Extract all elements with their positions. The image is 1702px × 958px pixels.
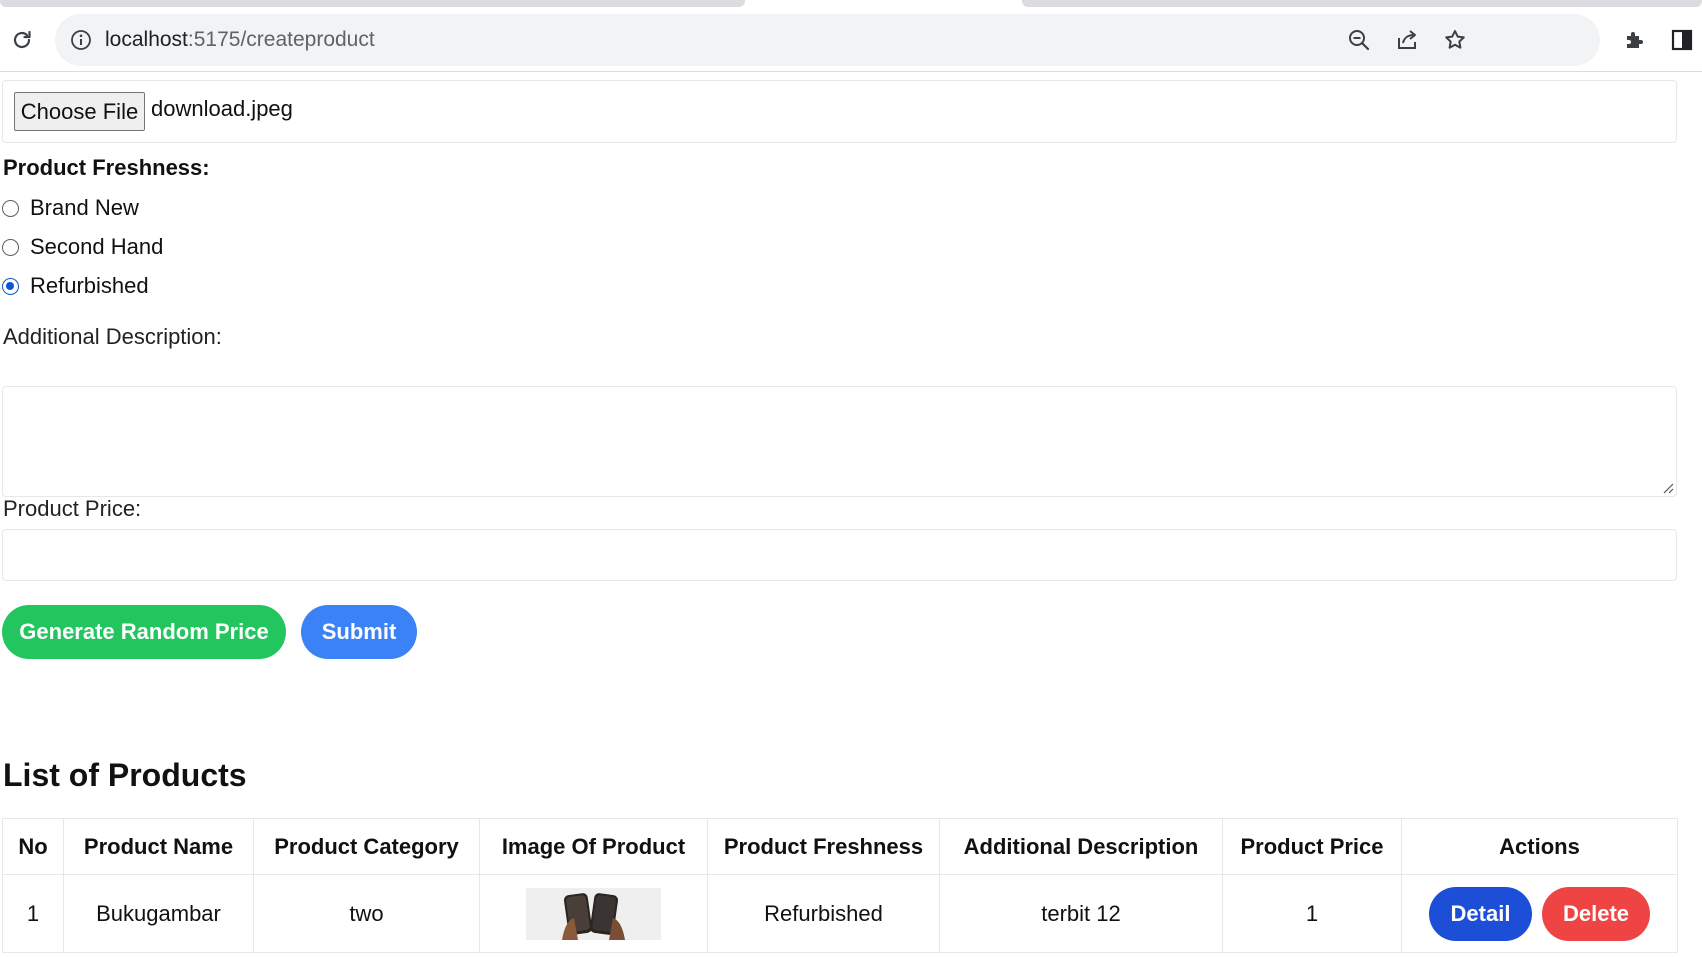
inactive-tab[interactable] bbox=[0, 0, 745, 7]
column-header: Image Of Product bbox=[479, 818, 708, 875]
price-input[interactable] bbox=[2, 529, 1677, 581]
radio-label: Refurbished bbox=[30, 273, 149, 298]
info-icon[interactable] bbox=[69, 28, 93, 52]
radio-label: Brand New bbox=[30, 195, 139, 220]
radio-button-checked[interactable] bbox=[2, 277, 19, 295]
products-list-title: List of Products bbox=[3, 757, 247, 793]
price-label: Product Price: bbox=[3, 496, 142, 521]
cell-price: 1 bbox=[1222, 874, 1402, 953]
url-path: :5175/createproduct bbox=[187, 28, 375, 51]
submit-button[interactable]: Submit bbox=[301, 605, 417, 659]
column-header: Product Name bbox=[63, 818, 254, 875]
description-label: Additional Description: bbox=[3, 324, 222, 349]
column-header: Additional Description bbox=[939, 818, 1223, 875]
resize-grip-icon[interactable] bbox=[1662, 482, 1674, 494]
inactive-tab[interactable] bbox=[1022, 0, 1702, 7]
radio-button[interactable] bbox=[2, 199, 19, 217]
table-row: 1 Bukugambar two Refurbished terbit 12 1… bbox=[2, 874, 1678, 953]
cell-no: 1 bbox=[2, 874, 64, 953]
cell-product-name: Bukugambar bbox=[63, 874, 254, 953]
share-icon[interactable] bbox=[1394, 27, 1420, 53]
detail-button[interactable]: Detail bbox=[1429, 886, 1532, 941]
cell-description: terbit 12 bbox=[939, 874, 1223, 953]
generate-random-price-button[interactable]: Generate Random Price bbox=[2, 605, 286, 659]
browser-toolbar: localhost:5175/createproduct bbox=[0, 8, 1702, 72]
tab-strip bbox=[0, 0, 1702, 8]
table-header-row: No Product Name Product Category Image O… bbox=[2, 818, 1678, 875]
page-content: Choose File download.jpeg Product Freshn… bbox=[0, 73, 1702, 958]
radio-second-hand[interactable]: Second Hand bbox=[2, 233, 163, 261]
description-textarea[interactable] bbox=[2, 386, 1677, 497]
freshness-label: Product Freshness: bbox=[3, 155, 210, 180]
selected-file-name: download.jpeg bbox=[151, 96, 293, 121]
cell-actions: Detail Delete bbox=[1401, 874, 1678, 953]
side-panel-icon[interactable] bbox=[1668, 26, 1696, 54]
column-header: Product Price bbox=[1222, 818, 1402, 875]
choose-file-button[interactable]: Choose File bbox=[14, 92, 145, 131]
cell-freshness: Refurbished bbox=[707, 874, 940, 953]
extensions-icon[interactable] bbox=[1621, 26, 1649, 54]
product-thumbnail bbox=[526, 887, 661, 940]
column-header: Product Freshness bbox=[707, 818, 940, 875]
reload-icon[interactable] bbox=[6, 24, 38, 56]
zoom-out-icon[interactable] bbox=[1346, 27, 1372, 53]
url-text[interactable]: localhost:5175/createproduct bbox=[105, 27, 375, 53]
products-table: No Product Name Product Category Image O… bbox=[2, 818, 1678, 953]
address-bar[interactable]: localhost:5175/createproduct bbox=[55, 14, 1600, 66]
column-header: Product Category bbox=[253, 818, 480, 875]
cell-category: two bbox=[253, 874, 480, 953]
delete-button[interactable]: Delete bbox=[1542, 886, 1650, 941]
column-header: No bbox=[2, 818, 64, 875]
url-host: localhost bbox=[105, 28, 188, 51]
radio-refurbished[interactable]: Refurbished bbox=[2, 272, 149, 300]
cell-image bbox=[479, 874, 708, 953]
radio-button[interactable] bbox=[2, 238, 19, 256]
column-header: Actions bbox=[1401, 818, 1678, 875]
image-file-field: Choose File download.jpeg bbox=[2, 80, 1677, 143]
radio-brand-new[interactable]: Brand New bbox=[2, 194, 139, 222]
bookmark-star-icon[interactable] bbox=[1442, 27, 1468, 53]
radio-label: Second Hand bbox=[30, 234, 164, 259]
